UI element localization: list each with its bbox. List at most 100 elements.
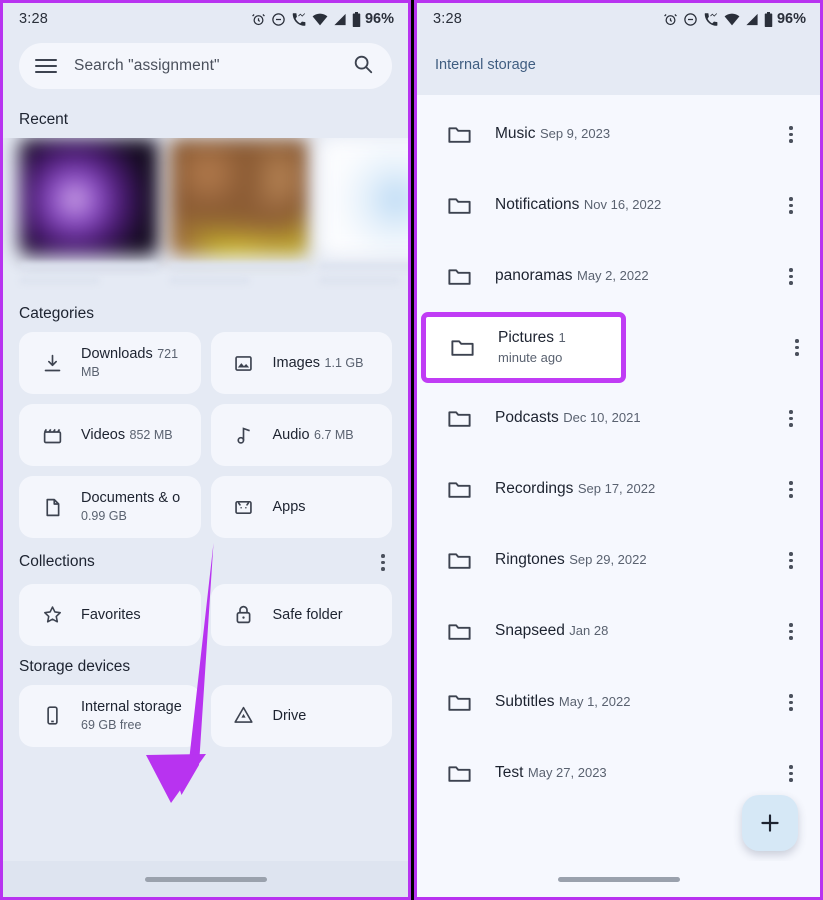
file-name: panoramas <box>495 267 573 285</box>
image-icon <box>227 353 261 374</box>
collections-section-title: Collections <box>3 538 408 584</box>
right-phone-screen: 3:28 96% Internal storage Music Sep 9, 2… <box>414 0 823 900</box>
file-row-recordings[interactable]: Recordings Sep 17, 2022 <box>417 454 820 525</box>
category-label: Videos <box>81 426 126 443</box>
file-name: Ringtones <box>495 551 565 569</box>
category-card-audio[interactable]: Audio 6.7 MB <box>210 404 392 466</box>
collection-label: Favorites <box>81 606 141 623</box>
google-drive-icon <box>227 705 261 726</box>
row-overflow-menu-icon[interactable] <box>776 548 806 573</box>
file-name: Podcasts <box>495 409 559 427</box>
collection-card-favorites[interactable]: Favorites <box>19 583 201 646</box>
do-not-disturb-icon <box>683 12 698 27</box>
category-card-downloads[interactable]: Downloads 721 MB <box>19 332 201 394</box>
recent-item[interactable] <box>319 138 408 293</box>
storage-card-internal-storage[interactable]: Internal storage 69 GB free <box>19 684 201 747</box>
file-name: Notifications <box>495 196 580 214</box>
row-overflow-menu-icon[interactable] <box>776 619 806 644</box>
row-overflow-menu-icon[interactable] <box>776 122 806 147</box>
row-overflow-menu-icon[interactable] <box>776 406 806 431</box>
status-bar-icons: 96% <box>251 11 394 27</box>
category-card-apps[interactable]: Apps <box>210 476 392 538</box>
recent-thumb-2[interactable] <box>169 138 309 256</box>
cellular-signal-icon <box>745 13 759 26</box>
category-card-documents[interactable]: Documents & o 0.99 GB <box>19 476 201 538</box>
collection-card-safe-folder[interactable]: Safe folder <box>210 583 392 646</box>
folder-icon <box>435 121 483 148</box>
search-icon[interactable] <box>352 53 374 80</box>
category-size: 852 MB <box>129 427 173 442</box>
recent-item[interactable] <box>169 138 309 293</box>
category-label: Images <box>272 354 321 371</box>
recent-item[interactable] <box>19 138 159 293</box>
search-input[interactable]: Search "assignment" <box>19 43 392 89</box>
folder-icon <box>435 476 483 503</box>
file-row-music[interactable]: Music Sep 9, 2023 <box>417 99 820 170</box>
categories-grid: Downloads 721 MB Images 1.1 GB Videos 85… <box>3 332 408 538</box>
collections-grid: Favorites Safe folder <box>3 583 408 646</box>
audio-note-icon <box>227 425 261 446</box>
file-row-panoramas[interactable]: panoramas May 2, 2022 <box>417 241 820 312</box>
storage-card-drive[interactable]: Drive <box>210 684 392 747</box>
row-overflow-menu-icon[interactable] <box>776 264 806 289</box>
file-date: Dec 10, 2021 <box>563 410 641 426</box>
category-label: Audio <box>272 426 310 443</box>
gesture-nav-bar-right <box>417 861 820 897</box>
file-date: Jan 28 <box>569 623 609 639</box>
add-button-fab[interactable] <box>742 795 798 851</box>
file-row-notifications[interactable]: Notifications Nov 16, 2022 <box>417 170 820 241</box>
document-icon <box>35 497 69 518</box>
star-icon <box>35 604 69 625</box>
status-bar-icons: 96% <box>663 11 806 27</box>
do-not-disturb-icon <box>271 12 286 27</box>
recent-thumb-3[interactable] <box>319 138 408 256</box>
file-name: Pictures <box>498 329 554 347</box>
file-row-subtitles[interactable]: Subtitles May 1, 2022 <box>417 667 820 738</box>
status-bar-clock: 3:28 <box>19 11 49 27</box>
folder-icon <box>435 405 483 432</box>
recent-thumb-1[interactable] <box>19 138 159 256</box>
home-gesture-pill[interactable] <box>557 876 680 882</box>
storage-label: Internal storage <box>81 698 182 715</box>
row-overflow-menu-icon[interactable] <box>776 477 806 502</box>
folder-icon <box>438 334 486 361</box>
file-name: Music <box>495 125 536 143</box>
battery-icon <box>352 11 361 27</box>
file-date: May 2, 2022 <box>577 268 649 284</box>
row-overflow-menu-icon[interactable] <box>776 761 806 786</box>
home-gesture-pill[interactable] <box>144 876 267 882</box>
file-row-snapseed[interactable]: Snapseed Jan 28 <box>417 596 820 667</box>
file-date: May 27, 2023 <box>527 765 607 781</box>
category-card-videos[interactable]: Videos 852 MB <box>19 404 201 466</box>
hamburger-menu-icon[interactable] <box>35 59 57 73</box>
file-list: Music Sep 9, 2023 Notifications Nov 16, … <box>417 95 820 809</box>
highlighted-row-wrapper: Pictures 1 minute ago <box>417 312 820 383</box>
breadcrumb-internal-storage[interactable]: Internal storage <box>435 57 536 73</box>
file-row-ringtones[interactable]: Ringtones Sep 29, 2022 <box>417 525 820 596</box>
dual-screenshot-container: 3:28 96% Search "assignment" Recent Cate… <box>0 0 823 900</box>
storage-label: Drive <box>272 707 307 724</box>
row-overflow-menu-icon[interactable] <box>776 690 806 715</box>
download-icon <box>35 353 69 374</box>
category-card-images[interactable]: Images 1.1 GB <box>210 332 392 394</box>
android-apps-icon <box>227 497 261 518</box>
more-vert-icon[interactable] <box>374 550 392 575</box>
storage-devices-section-title: Storage devices <box>19 657 131 675</box>
file-date: Sep 9, 2023 <box>539 126 611 142</box>
category-label: Documents & o <box>81 489 181 506</box>
folder-icon <box>435 263 483 290</box>
row-overflow-menu-icon[interactable] <box>776 193 806 218</box>
row-overflow-menu-icon[interactable] <box>788 312 806 383</box>
wifi-icon <box>724 13 740 26</box>
breadcrumb: Internal storage <box>417 35 820 95</box>
file-name: Subtitles <box>495 693 555 711</box>
file-date: Nov 16, 2022 <box>583 197 662 213</box>
file-row-podcasts[interactable]: Podcasts Dec 10, 2021 <box>417 383 820 454</box>
left-phone-screen: 3:28 96% Search "assignment" Recent Cate… <box>0 0 411 900</box>
file-row-pictures[interactable]: Pictures 1 minute ago <box>421 312 626 383</box>
storage-free: 69 GB free <box>81 717 142 732</box>
lock-icon <box>227 604 261 625</box>
search-bar-container: Search "assignment" <box>3 35 408 99</box>
status-bar-right: 3:28 96% <box>417 3 820 35</box>
category-label: Apps <box>272 498 306 515</box>
